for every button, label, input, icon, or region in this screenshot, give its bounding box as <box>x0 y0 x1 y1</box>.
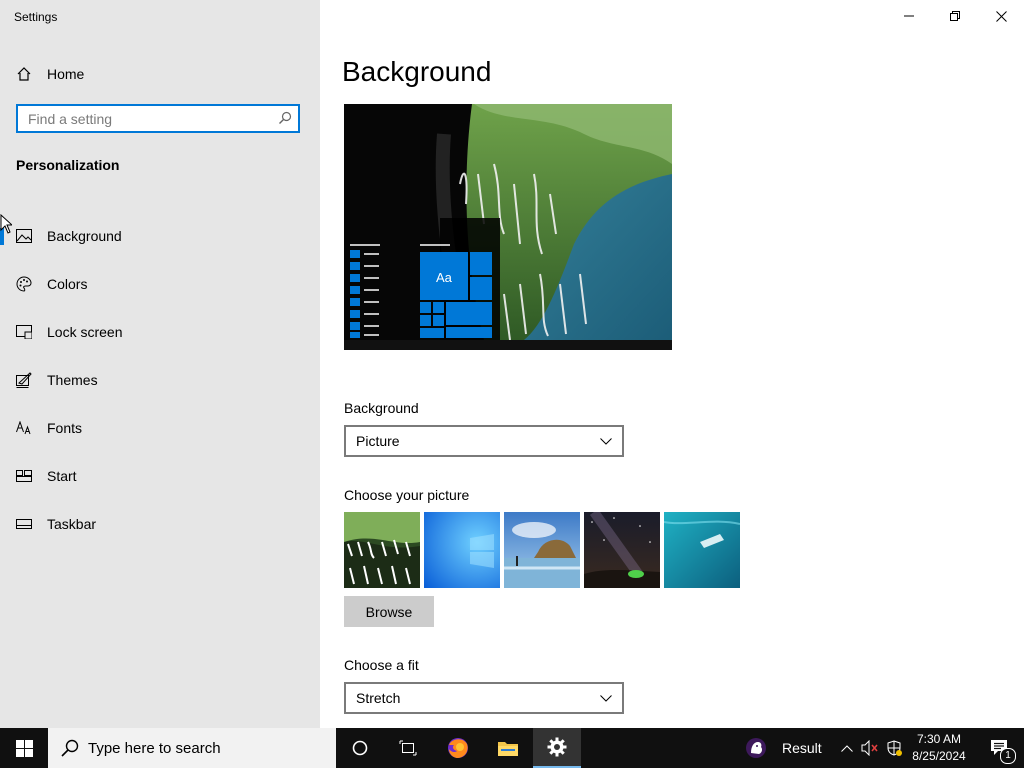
page-title: Background <box>342 56 492 87</box>
sidebar-item-label: Colors <box>47 276 88 292</box>
fit-label: Choose a fit <box>344 657 419 673</box>
close-icon <box>995 10 1007 22</box>
picture-thumbnail-4[interactable] <box>584 512 660 588</box>
sidebar-item-lock-screen[interactable]: Lock screen <box>0 308 320 356</box>
background-dropdown[interactable]: Picture <box>344 425 624 457</box>
gear-icon <box>547 737 567 757</box>
clock-date: 8/25/2024 <box>912 749 966 763</box>
picture-thumbnails <box>344 512 740 588</box>
minimize-icon <box>904 15 914 17</box>
preview-tile-text: Aa <box>436 270 452 285</box>
firefox-button[interactable] <box>434 728 482 768</box>
taskbar-search-box[interactable]: Type here to search <box>48 728 336 768</box>
close-button[interactable] <box>978 0 1024 32</box>
lock-screen-icon <box>16 324 32 340</box>
search-icon <box>61 739 79 757</box>
mouse-cursor-icon <box>0 213 14 239</box>
fit-dropdown-value: Stretch <box>356 690 401 706</box>
clock-time: 7:30 AM <box>916 732 962 746</box>
file-explorer-button[interactable] <box>484 728 532 768</box>
volume-muted-icon <box>861 740 878 756</box>
news-widget-label: Result <box>782 740 822 756</box>
sidebar-item-label: Themes <box>47 372 98 388</box>
sidebar-item-fonts[interactable]: Fonts <box>0 404 320 452</box>
sidebar-item-themes[interactable]: Themes <box>0 356 320 404</box>
show-hidden-icons-button[interactable] <box>836 728 858 768</box>
settings-search-input[interactable] <box>18 106 268 131</box>
background-dropdown-value: Picture <box>356 433 400 449</box>
notification-count-badge: 1 <box>1000 748 1016 764</box>
taskbar: Type here to search Result 7:30 AM 8/25/… <box>0 728 1024 768</box>
home-icon <box>16 66 32 82</box>
search-icon[interactable] <box>278 111 292 125</box>
background-label: Background <box>344 400 419 416</box>
choose-picture-label: Choose your picture <box>344 487 470 503</box>
palette-icon <box>16 276 32 292</box>
action-center-button[interactable]: 1 <box>976 728 1024 768</box>
volume-button[interactable] <box>858 728 882 768</box>
fonts-icon <box>16 420 32 436</box>
settings-search-box[interactable] <box>16 104 300 133</box>
home-label: Home <box>47 66 85 82</box>
chevron-down-icon <box>600 694 612 702</box>
sidebar-item-label: Lock screen <box>47 324 123 340</box>
home-link[interactable]: Home <box>16 62 84 86</box>
sidebar-item-background[interactable]: Background <box>0 212 320 260</box>
cortana-button[interactable] <box>336 728 384 768</box>
section-title: Personalization <box>16 157 120 173</box>
news-widget[interactable]: Result <box>744 728 822 768</box>
start-button[interactable] <box>0 728 48 768</box>
sidebar-item-taskbar[interactable]: Taskbar <box>0 500 320 548</box>
minimize-button[interactable] <box>886 0 932 32</box>
task-view-button[interactable] <box>384 728 432 768</box>
preview-wallpaper-image <box>344 104 672 350</box>
window-controls <box>886 0 1024 32</box>
taskbar-icon <box>16 516 32 532</box>
cortana-icon <box>352 740 368 756</box>
browse-button[interactable]: Browse <box>344 596 434 627</box>
taskbar-search-placeholder: Type here to search <box>88 739 221 757</box>
windows-logo-icon <box>15 739 33 757</box>
restore-button[interactable] <box>932 0 978 32</box>
task-view-icon <box>399 740 417 756</box>
league-lion-icon <box>746 738 766 758</box>
sidebar-item-colors[interactable]: Colors <box>0 260 320 308</box>
settings-taskbar-button[interactable] <box>533 728 581 768</box>
sidebar-item-label: Taskbar <box>47 516 97 532</box>
firefox-icon <box>448 738 468 758</box>
picture-thumbnail-5[interactable] <box>664 512 740 588</box>
personalization-nav: Background Colors Lock screen Themes Fon… <box>0 212 320 548</box>
restore-icon <box>950 11 960 21</box>
sidebar-item-label: Start <box>47 468 77 484</box>
picture-thumbnail-2[interactable] <box>424 512 500 588</box>
security-button[interactable] <box>882 728 906 768</box>
fit-dropdown[interactable]: Stretch <box>344 682 624 714</box>
windows-security-icon <box>887 740 902 756</box>
sidebar-item-label: Fonts <box>47 420 83 436</box>
sidebar-item-label: Background <box>47 228 122 244</box>
folder-icon <box>498 742 518 756</box>
system-clock[interactable]: 7:30 AM 8/25/2024 <box>904 731 974 765</box>
start-icon <box>16 468 32 484</box>
themes-icon <box>16 372 32 388</box>
app-title: Settings <box>14 10 58 24</box>
chevron-up-icon <box>841 744 853 752</box>
chevron-down-icon <box>600 437 612 445</box>
picture-thumbnail-3[interactable] <box>504 512 580 588</box>
sidebar: Settings Home Personalization Background… <box>0 0 320 728</box>
picture-icon <box>16 228 32 244</box>
picture-thumbnail-1[interactable] <box>344 512 420 588</box>
desktop-preview: Aa <box>344 104 672 350</box>
sidebar-item-start[interactable]: Start <box>0 452 320 500</box>
